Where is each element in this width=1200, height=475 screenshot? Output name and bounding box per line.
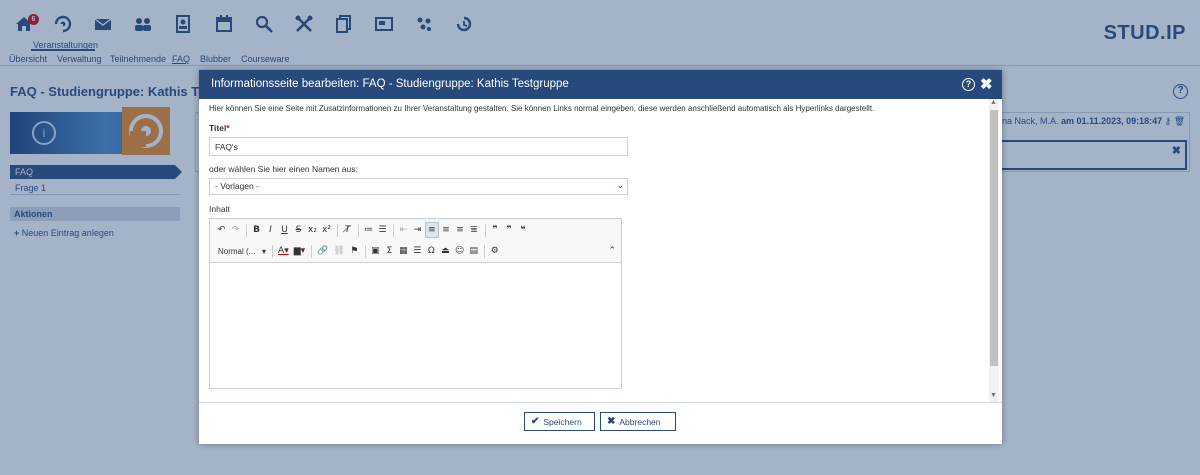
toolbar-separator — [311, 244, 313, 258]
title-input[interactable] — [209, 137, 628, 156]
scrollbar-thumb[interactable] — [990, 110, 998, 366]
title-label: Titel* — [209, 123, 230, 133]
align-right-icon[interactable]: ≡ — [454, 222, 467, 238]
toolbar-separator — [272, 244, 274, 258]
split-quote-icon[interactable]: ❝ — [517, 222, 530, 238]
format-combo[interactable]: Normal (... ▾ — [215, 243, 269, 259]
unlink-icon[interactable]: ⛓ — [331, 243, 346, 259]
help-icon[interactable]: ? — [962, 78, 975, 91]
dialog-titlebar[interactable]: Informationsseite bearbeiten: FAQ - Stud… — [199, 70, 1002, 99]
template-select-value: - Vorlagen - — [215, 181, 259, 191]
toolbar-row-2: Normal (... ▾ A▾ ▆▾ 🔗 ⛓ ⚑ ▣ Σ ▦ ☰ Ω ⏏ ☺ — [215, 243, 502, 259]
cancel-button-label: Abbrechen — [619, 416, 661, 427]
redo-icon[interactable]: ↷ — [229, 222, 242, 238]
close-icon[interactable]: ✖ — [980, 75, 993, 93]
toolbar-separator — [358, 223, 359, 237]
blockquote-icon[interactable]: ❞ — [489, 222, 502, 238]
chevron-up-icon[interactable]: ⌃ — [608, 245, 616, 256]
special-char-icon[interactable]: Ω — [425, 243, 438, 259]
bulleted-list-icon[interactable]: ☰ — [376, 222, 389, 238]
dialog-button-bar: ✔ Speichern ✖ Abbrechen — [199, 402, 1002, 444]
toolbar-row-1: ↶ ↷ B I U S x₂ x² T̸ ≔ ☰ ⇤ ⇥ ≡ ≡ ≡ ≣ ❞ ❞… — [215, 222, 531, 238]
image-icon[interactable]: ▣ — [369, 243, 382, 259]
toolbar-separator — [484, 223, 486, 237]
content-label: Inhalt — [209, 204, 230, 214]
outdent-icon[interactable]: ⇤ — [397, 222, 410, 238]
close-icon: ✖ — [607, 416, 616, 427]
table-icon[interactable]: ▦ — [397, 243, 410, 259]
undo-icon[interactable]: ↶ — [215, 222, 228, 238]
page-break-icon[interactable]: ⏏ — [439, 243, 452, 259]
subscript-icon[interactable]: x₂ — [306, 222, 319, 238]
indent-icon[interactable]: ⇥ — [411, 222, 424, 238]
link-icon[interactable]: 🔗 — [315, 243, 330, 259]
align-justify-icon[interactable]: ≣ — [468, 222, 481, 238]
source-icon[interactable]: ▤ — [467, 243, 480, 259]
toolbar-separator — [246, 223, 247, 237]
align-center-icon[interactable]: ≡ — [440, 222, 453, 238]
settings-icon[interactable]: ⚙ — [488, 243, 501, 259]
italic-icon[interactable]: I — [264, 222, 277, 238]
emoji-icon[interactable]: ☺ — [453, 243, 466, 259]
quote-icon[interactable]: ❞ — [503, 222, 516, 238]
horizontal-line-icon[interactable]: ☰ — [411, 243, 424, 259]
toolbar-separator — [393, 223, 394, 237]
scroll-up-icon[interactable]: ▲ — [990, 99, 997, 106]
save-button[interactable]: ✔ Speichern — [524, 412, 595, 431]
choose-name-label: oder wählen Sie hier einen Namen aus: — [209, 164, 358, 174]
dialog-body: Hier können Sie eine Seite mit Zusatzinf… — [199, 99, 1002, 402]
template-select[interactable]: - Vorlagen - ⌄ — [209, 178, 628, 195]
toolbar-separator — [484, 244, 486, 258]
superscript-icon[interactable]: x² — [320, 222, 333, 238]
required-marker: * — [226, 123, 230, 133]
background-color-icon[interactable]: ▆▾ — [292, 243, 307, 259]
dialog-title: Informationsseite bearbeiten: FAQ - Stud… — [211, 78, 569, 90]
title-label-text: Titel — [209, 123, 227, 133]
checkmark-icon: ✔ — [531, 416, 540, 427]
anchor-flag-icon[interactable]: ⚑ — [348, 243, 361, 259]
editor-content-area[interactable] — [210, 264, 621, 388]
save-button-label: Speichern — [543, 416, 582, 427]
toolbar-separator — [337, 223, 338, 237]
math-sigma-icon[interactable]: Σ — [383, 243, 396, 259]
numbered-list-icon[interactable]: ≔ — [362, 222, 375, 238]
rich-text-editor: ↶ ↷ B I U S x₂ x² T̸ ≔ ☰ ⇤ ⇥ ≡ ≡ ≡ ≣ ❞ ❞… — [209, 218, 622, 389]
edit-info-page-dialog: Informationsseite bearbeiten: FAQ - Stud… — [199, 70, 1002, 444]
chevron-down-icon: ⌄ — [616, 180, 624, 190]
remove-format-icon[interactable]: T̸ — [341, 222, 354, 238]
bold-icon[interactable]: B — [250, 222, 263, 238]
strikethrough-icon[interactable]: S — [292, 222, 305, 238]
underline-icon[interactable]: U — [278, 222, 291, 238]
dialog-intro-text: Hier können Sie eine Seite mit Zusatzinf… — [209, 104, 875, 113]
text-color-icon[interactable]: A▾ — [276, 243, 291, 259]
format-combo-value: Normal (... — [218, 246, 256, 256]
toolbar-separator — [364, 244, 366, 258]
scroll-down-icon[interactable]: ▼ — [990, 392, 997, 399]
editor-toolbar: ↶ ↷ B I U S x₂ x² T̸ ≔ ☰ ⇤ ⇥ ≡ ≡ ≡ ≣ ❞ ❞… — [210, 219, 621, 263]
cancel-button[interactable]: ✖ Abbrechen — [600, 412, 676, 431]
align-left-icon[interactable]: ≡ — [425, 222, 439, 238]
